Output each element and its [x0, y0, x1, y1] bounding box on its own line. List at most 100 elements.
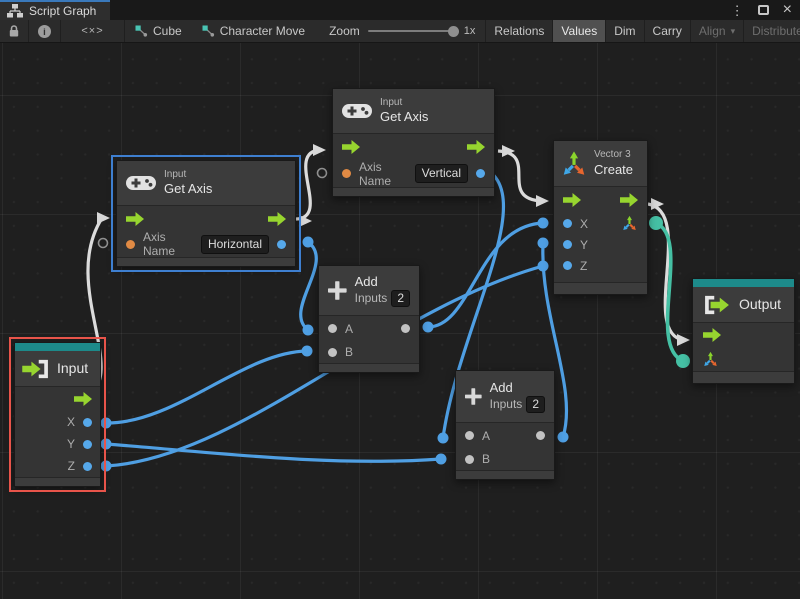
node-title: Input	[57, 360, 88, 378]
param-label: Axis Name	[359, 160, 407, 188]
flow-out-port[interactable]	[268, 212, 286, 226]
info-icon: i	[37, 24, 52, 39]
vector-out-port[interactable]	[621, 215, 638, 232]
node-add-1[interactable]: Add Inputs 2 A B	[318, 265, 420, 373]
node-add-2[interactable]: Add Inputs 2 A B	[455, 370, 555, 480]
port-label: X	[580, 217, 588, 231]
input-b-port[interactable]	[465, 455, 474, 464]
wire-add-1-sum--vector3-create-x[interactable]	[428, 223, 543, 327]
inputs-field[interactable]: 2	[526, 396, 545, 413]
distribute-dropdown[interactable]: Distribute▾	[744, 20, 800, 42]
axis-name-port[interactable]	[126, 240, 135, 249]
wire-endpoint-dot	[302, 346, 313, 357]
input-a-port[interactable]	[328, 324, 337, 333]
wire-endpoint-dot	[436, 454, 447, 465]
param-label: Axis Name	[143, 230, 193, 258]
wire-endpoint-dot	[423, 322, 434, 333]
lock-button[interactable]	[0, 20, 29, 42]
unconnected-port-indicator[interactable]	[99, 239, 108, 248]
graph-toolbar: i <×> Cube Character Move Zoom	[0, 20, 800, 43]
value-out-port[interactable]	[476, 169, 485, 178]
wire-graph-input-x--add-1-b[interactable]	[106, 351, 307, 423]
tab-script-graph[interactable]: Script Graph	[0, 0, 110, 20]
node-title: Get Axis	[380, 109, 428, 125]
values-button[interactable]: Values	[553, 20, 606, 42]
node-vector3-create[interactable]: Vector 3 Create X	[553, 140, 648, 295]
carry-button[interactable]: Carry	[645, 20, 691, 42]
gamepad-icon	[126, 174, 156, 192]
breadcrumb-cube[interactable]: Cube	[125, 20, 192, 42]
node-title: Output	[739, 296, 781, 314]
code-icon: <×>	[81, 25, 103, 37]
sum-out-port[interactable]	[401, 324, 410, 333]
relations-button[interactable]: Relations	[485, 20, 553, 42]
node-footer	[117, 257, 295, 266]
graph-canvas[interactable]: Input Get Axis Axis Name Vertical	[0, 43, 800, 599]
dim-button[interactable]: Dim	[606, 20, 644, 42]
input-b-port[interactable]	[328, 348, 337, 357]
zoom-slider[interactable]	[368, 30, 456, 32]
tab-title: Script Graph	[29, 4, 96, 18]
wire-endpoint-dot	[538, 261, 549, 272]
output-icon	[702, 294, 732, 316]
flow-out-port[interactable]	[467, 140, 485, 154]
sum-out-port[interactable]	[536, 431, 545, 440]
wire-get-axis-horizontal-flow-out--get-axis-vertical-flow-in[interactable]	[296, 150, 320, 219]
unconnected-port-indicator[interactable]	[318, 169, 327, 178]
node-get-axis-vertical[interactable]: Input Get Axis Axis Name Vertical	[332, 88, 495, 197]
variables-button[interactable]: <×>	[61, 20, 125, 42]
wire-endpoint-dot	[303, 237, 314, 248]
node-category: Vector 3	[594, 149, 633, 162]
gamepad-icon	[342, 102, 372, 120]
flow-out-port[interactable]	[74, 392, 92, 406]
zoom-slider-handle[interactable]	[448, 26, 459, 37]
node-title: Get Axis	[164, 181, 212, 197]
align-dropdown[interactable]: Align▾	[691, 20, 744, 42]
node-get-axis-horizontal[interactable]: Input Get Axis Axis Name Horizontal	[116, 160, 296, 267]
axis-name-port[interactable]	[342, 169, 351, 178]
node-footer	[319, 363, 419, 372]
wire-endpoint-dot	[649, 216, 663, 230]
zoom-label: Zoom	[329, 24, 360, 38]
flow-in-port[interactable]	[563, 193, 581, 207]
node-category: Input	[380, 97, 428, 110]
vector-in-port[interactable]	[702, 351, 719, 368]
wire-endpoint-dot	[438, 433, 449, 444]
flow-in-port[interactable]	[126, 212, 144, 226]
z-out-port[interactable]	[83, 462, 92, 471]
flow-in-port[interactable]	[342, 140, 360, 154]
y-in-port[interactable]	[563, 240, 572, 249]
flow-out-port[interactable]	[620, 193, 638, 207]
node-graph-output[interactable]: Output	[692, 278, 795, 384]
window-menu-icon[interactable]: ⋮	[731, 4, 744, 17]
node-footer	[333, 187, 494, 196]
y-out-port[interactable]	[83, 440, 92, 449]
close-icon[interactable]: ×	[783, 2, 792, 18]
wire-get-axis-vertical-flow-out--vector3-create-flow-in[interactable]	[498, 151, 542, 201]
z-in-port[interactable]	[563, 261, 572, 270]
input-a-port[interactable]	[465, 431, 474, 440]
wire-get-axis-horizontal-value--add-1-a[interactable]	[301, 242, 317, 330]
maximize-icon[interactable]	[758, 5, 769, 15]
wire-endpoint-dot	[558, 432, 569, 443]
axis-name-field[interactable]: Vertical	[415, 164, 468, 183]
axis-name-field[interactable]: Horizontal	[201, 235, 269, 254]
wire-endpoint-dot	[538, 218, 549, 229]
flow-in-port[interactable]	[703, 328, 721, 342]
wire-endpoint-dot	[101, 418, 112, 429]
node-graph-input[interactable]: Input X Y Z	[14, 342, 101, 487]
node-title: Add	[490, 380, 545, 396]
info-button[interactable]: i	[29, 20, 61, 42]
inputs-field[interactable]: 2	[391, 290, 410, 307]
flow-arrowhead	[536, 195, 549, 207]
x-in-port[interactable]	[563, 219, 572, 228]
breadcrumb-character-move[interactable]: Character Move	[192, 20, 315, 42]
node-footer	[15, 477, 100, 486]
port-label: Y	[580, 238, 588, 252]
value-out-port[interactable]	[277, 240, 286, 249]
x-out-port[interactable]	[83, 418, 92, 427]
wire-graph-input-y--add-2-b[interactable]	[106, 444, 441, 461]
port-label: A	[345, 322, 353, 336]
script-graph-window: Script Graph ⋮ × i <×>	[0, 0, 800, 599]
svg-text:i: i	[43, 27, 46, 38]
